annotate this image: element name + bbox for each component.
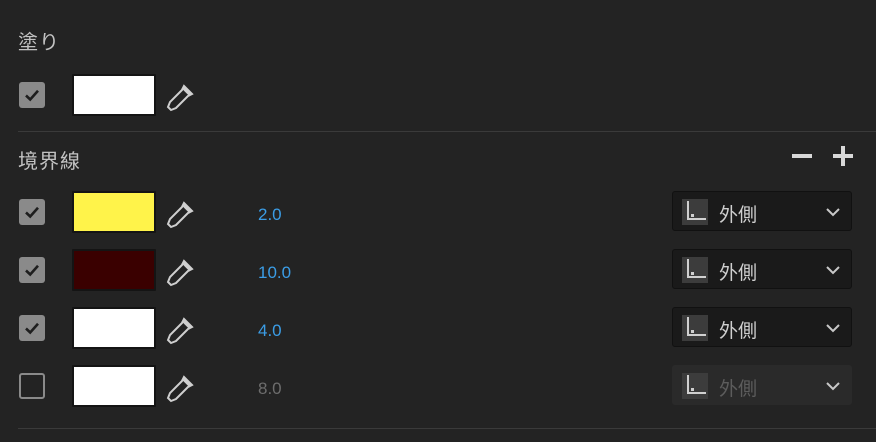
stroke-position-label: 外側 xyxy=(719,320,758,342)
stroke-position-label: 外側 xyxy=(719,262,758,284)
stroke-checkbox[interactable] xyxy=(19,199,45,225)
stroke-color-swatch[interactable] xyxy=(72,307,156,349)
stroke-position-icon xyxy=(682,315,708,341)
stroke-row: 2.0 外側 xyxy=(0,191,876,235)
stroke-position-dropdown[interactable]: 外側 xyxy=(672,365,852,405)
eyedropper-icon[interactable] xyxy=(164,257,196,289)
stroke-position-dropdown[interactable]: 外側 xyxy=(672,191,852,231)
stroke-position-label: 外側 xyxy=(719,378,758,400)
stroke-checkbox[interactable] xyxy=(19,373,45,399)
stroke-position-label: 外側 xyxy=(719,204,758,226)
stroke-position-icon xyxy=(682,199,708,225)
stroke-position-icon xyxy=(682,257,708,283)
stroke-color-swatch[interactable] xyxy=(72,249,156,291)
chevron-down-icon xyxy=(826,208,840,217)
fill-row xyxy=(0,74,876,118)
stroke-position-dropdown[interactable]: 外側 xyxy=(672,249,852,289)
fill-color-swatch[interactable] xyxy=(72,74,156,116)
stroke-row: 8.0 外側 xyxy=(0,365,876,409)
section-divider xyxy=(18,131,876,132)
stroke-section-title: 境界線 xyxy=(18,149,81,173)
stroke-width-value[interactable]: 4.0 xyxy=(258,321,282,341)
stroke-row: 10.0 外側 xyxy=(0,249,876,293)
stroke-width-value[interactable]: 10.0 xyxy=(258,263,291,283)
plus-icon[interactable] xyxy=(831,144,855,168)
stroke-row: 4.0 外側 xyxy=(0,307,876,351)
checkmark-icon xyxy=(25,322,39,335)
checkmark-icon xyxy=(25,206,39,219)
stroke-checkbox[interactable] xyxy=(19,315,45,341)
fill-checkbox[interactable] xyxy=(19,82,45,108)
checkmark-icon xyxy=(25,264,39,277)
chevron-down-icon xyxy=(826,324,840,333)
eyedropper-icon[interactable] xyxy=(164,82,196,114)
section-divider-bottom xyxy=(18,428,876,429)
stroke-width-value[interactable]: 2.0 xyxy=(258,205,282,225)
fill-section-title: 塗り xyxy=(18,30,60,54)
eyedropper-icon[interactable] xyxy=(164,199,196,231)
minus-icon[interactable] xyxy=(790,144,814,168)
stroke-checkbox[interactable] xyxy=(19,257,45,283)
eyedropper-icon[interactable] xyxy=(164,315,196,347)
checkmark-icon xyxy=(25,89,39,102)
chevron-down-icon xyxy=(826,266,840,275)
stroke-color-swatch[interactable] xyxy=(72,191,156,233)
stroke-color-swatch[interactable] xyxy=(72,365,156,407)
eyedropper-icon[interactable] xyxy=(164,373,196,405)
stroke-position-dropdown[interactable]: 外側 xyxy=(672,307,852,347)
stroke-width-value[interactable]: 8.0 xyxy=(258,379,282,399)
stroke-position-icon xyxy=(682,373,708,399)
chevron-down-icon xyxy=(826,382,840,391)
